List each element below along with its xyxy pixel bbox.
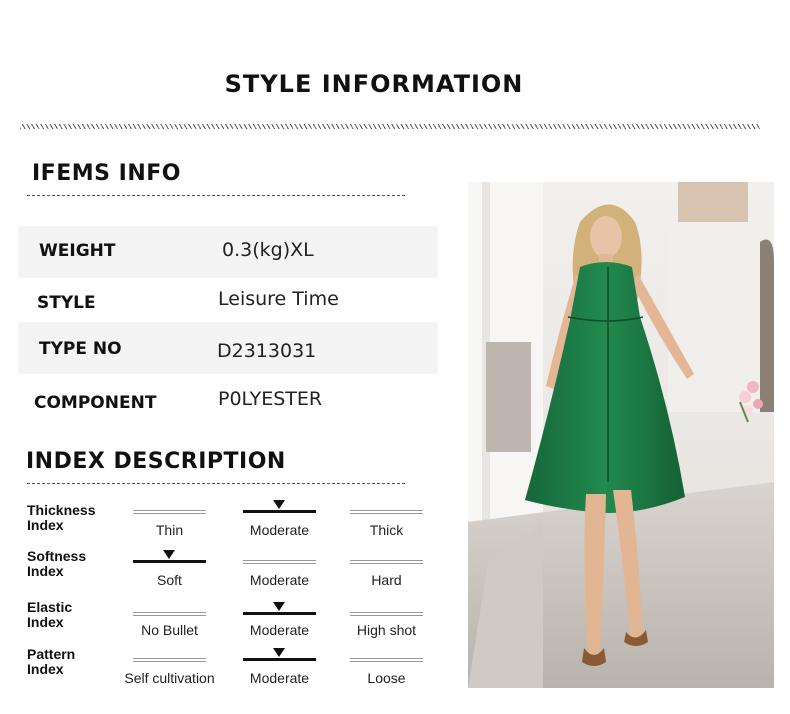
index-description-divider — [27, 483, 405, 484]
title-divider — [20, 124, 760, 129]
items-info-title: IFEMS INFO — [32, 161, 181, 186]
index-bar-selected — [133, 560, 206, 563]
info-row-component: COMPONENT P0LYESTER — [18, 374, 438, 426]
index-bar — [350, 560, 423, 564]
selected-marker-icon — [273, 602, 285, 611]
index-bar-selected — [243, 510, 316, 513]
index-bar — [133, 510, 206, 514]
index-option-label: Hard — [371, 572, 402, 588]
index-bar — [350, 612, 423, 616]
selected-marker-icon — [163, 550, 175, 559]
product-photo — [468, 182, 774, 688]
info-row-type-no: TYPE NO D2313031 — [18, 322, 438, 374]
info-label: STYLE — [37, 293, 96, 313]
info-row-style: STYLE Leisure Time — [18, 274, 438, 326]
info-row-weight: WEIGHT 0.3(kg)XL — [18, 226, 438, 278]
selected-marker-icon — [273, 500, 285, 509]
index-bar — [243, 560, 316, 564]
info-label: COMPONENT — [34, 393, 157, 413]
model-illustration — [468, 182, 774, 688]
index-bar-selected — [243, 658, 316, 661]
index-bar — [133, 612, 206, 616]
index-option-label: Thick — [369, 522, 404, 538]
info-value: P0LYESTER — [218, 388, 323, 410]
info-value: 0.3(kg)XL — [222, 239, 314, 261]
index-bar — [350, 658, 423, 662]
page-title: STYLE INFORMATION — [224, 70, 524, 98]
info-label: TYPE NO — [39, 339, 122, 359]
index-bar-selected — [243, 612, 316, 615]
selected-marker-icon — [273, 648, 285, 657]
info-label: WEIGHT — [39, 241, 116, 261]
index-option-label: Loose — [367, 670, 406, 686]
index-bar — [133, 658, 206, 662]
info-value: Leisure Time — [218, 288, 339, 310]
info-value: D2313031 — [217, 340, 317, 362]
index-option-label: High shot — [356, 622, 417, 638]
index-bar — [350, 510, 423, 514]
index-description-title: INDEX DESCRIPTION — [26, 449, 286, 474]
items-info-divider — [27, 195, 405, 196]
